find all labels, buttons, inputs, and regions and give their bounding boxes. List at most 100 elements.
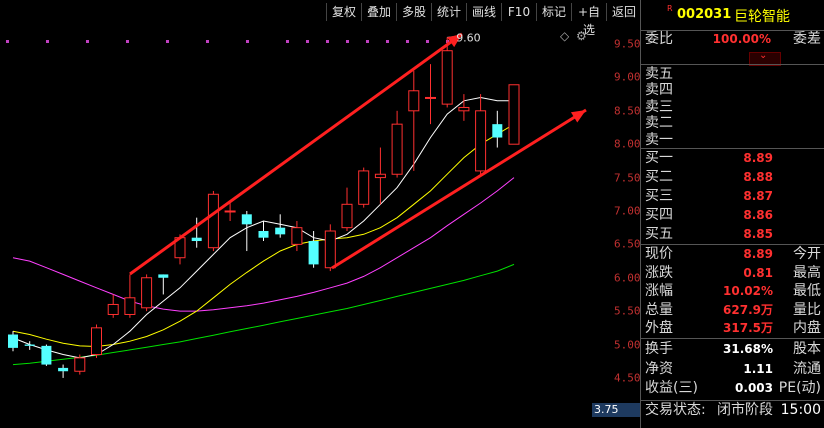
price-tick: 4.50	[614, 371, 641, 385]
mark-button[interactable]: 标记	[536, 3, 571, 21]
signal-dot	[406, 40, 409, 43]
kline-chart[interactable]: 9.60 ◇ ⚙	[0, 24, 592, 428]
fund-stat-value: 1.11	[743, 361, 773, 376]
signal-dots-row	[6, 40, 449, 43]
candle-body	[358, 170, 370, 205]
ask-level-row: 卖五	[645, 66, 823, 83]
draw-line-button[interactable]: 画线	[466, 3, 501, 21]
candle-body	[8, 334, 18, 348]
quote-stat-label: 涨跌	[645, 264, 673, 281]
quote-stat-label: 涨幅	[645, 283, 673, 299]
signal-dot	[86, 40, 89, 43]
signal-dot	[46, 40, 49, 43]
signal-dot	[126, 40, 129, 43]
signal-dot	[386, 40, 389, 43]
fuquan-button[interactable]: 复权	[326, 3, 361, 21]
ask-level-row: 卖一	[645, 132, 823, 149]
price-tick: 5.00	[614, 338, 641, 352]
quote-stat-label2: 量比	[793, 301, 821, 318]
price-tick: 5.50	[614, 304, 641, 318]
signal-dot	[366, 40, 369, 43]
candle-body	[191, 237, 202, 242]
candle-body	[508, 84, 520, 145]
fund-stat-label2: PE(动)	[778, 380, 821, 396]
signal-dot	[326, 40, 329, 43]
statistics-button[interactable]: 统计	[431, 3, 466, 21]
price-tick: 8.00	[614, 137, 641, 151]
f10-button[interactable]: F10	[501, 3, 536, 21]
bid-level-value: 8.88	[743, 170, 773, 184]
fund-stat-label2: 股本	[793, 341, 821, 357]
quote-stat-row: 现价 8.89 今开	[645, 246, 823, 263]
price-tick: 7.00	[614, 204, 641, 218]
trading-status-value: 闭市阶段	[717, 402, 773, 418]
ask-level-row: 卖三	[645, 99, 823, 116]
price-tick: 9.50	[614, 37, 641, 51]
ma60-line	[12, 263, 515, 366]
quote-stat-value: 627.9万	[723, 302, 773, 317]
signal-dot	[426, 40, 429, 43]
candle-body	[124, 297, 136, 315]
quote-stat-row: 涨跌 0.81 最高	[645, 265, 823, 282]
quote-stat-label: 外盘	[645, 320, 673, 336]
signal-dot	[6, 40, 9, 43]
candle-body	[74, 357, 86, 372]
fund-stat-row: 净资 1.11 流通	[645, 361, 823, 378]
bid-level-value: 8.89	[743, 151, 773, 165]
ask-level-label: 卖四	[645, 82, 673, 99]
signal-dot	[166, 40, 169, 43]
candle-body	[24, 344, 35, 346]
candlesticks	[8, 37, 520, 378]
quote-stat-label2: 今开	[793, 246, 821, 262]
bid-level-row: 买三 8.87	[645, 188, 823, 205]
price-tick: 7.50	[614, 171, 641, 185]
candle-body	[107, 303, 119, 315]
add-watchlist-button[interactable]: +自选	[571, 3, 606, 37]
quote-stat-row: 总量 627.9万 量比	[645, 302, 823, 319]
quote-stat-value: 8.89	[743, 247, 773, 261]
ma20-line	[12, 177, 515, 312]
chart-toolbar: 复权 叠加 多股 统计 画线 F10 标记 +自选 返回	[0, 0, 641, 37]
bid-level-label: 买二	[645, 169, 673, 185]
chart-settings-icons[interactable]: ◇ ⚙	[560, 29, 587, 43]
quote-stat-value: 10.02%	[723, 284, 773, 298]
back-button[interactable]: 返回	[606, 3, 641, 21]
signal-dot	[206, 40, 209, 43]
high-price-annotation: 9.60	[456, 31, 481, 44]
weicha-label: 委差	[793, 31, 821, 47]
quote-stat-row: 外盘 317.5万 内盘	[645, 320, 823, 337]
quote-stat-value: 0.81	[743, 265, 773, 280]
candle-body	[308, 241, 319, 265]
fund-stat-label: 净资	[645, 360, 673, 377]
price-tick: 6.50	[614, 237, 641, 251]
fund-stat-label2: 流通	[793, 360, 821, 377]
quote-stat-label2: 内盘	[793, 320, 821, 336]
candle-body	[224, 210, 236, 213]
quote-stat-row: 涨幅 10.02% 最低	[645, 283, 823, 300]
bid-level-row: 买五 8.85	[645, 226, 823, 243]
stock-header: R 002031 巨轮智能	[641, 0, 824, 30]
candle-body	[141, 277, 153, 309]
ask-level-label: 卖一	[645, 131, 673, 148]
quote-panel: R 002031 巨轮智能 委比 100.00% 委差 ⌄ 卖五 卖四 卖三 卖二 卖一…	[640, 0, 824, 428]
bid-level-label: 买三	[645, 188, 673, 204]
candle-body	[458, 106, 470, 112]
diamond-icon[interactable]: ◇	[560, 29, 570, 43]
overlay-button[interactable]: 叠加	[361, 3, 396, 21]
bid-level-row: 买二 8.88	[645, 169, 823, 186]
settings-icon[interactable]: ⚙	[576, 29, 587, 43]
signal-dot	[346, 40, 349, 43]
weibi-value: 100.00%	[712, 32, 771, 46]
fund-stat-row: 换手 31.68% 股本	[645, 341, 823, 358]
chevron-down-icon: ⌄	[759, 50, 768, 61]
price-axis: 9.50 9.00 8.50 8.00 7.50 7.00 6.50 6.00 5.50 5.00…	[592, 24, 641, 428]
ask-level-label: 卖五	[645, 66, 673, 82]
stock-name: 巨轮智能	[734, 9, 790, 25]
bid-level-value: 8.86	[743, 208, 773, 222]
status-time: 15:00	[780, 402, 821, 418]
candle-body	[492, 124, 503, 138]
signal-dot	[246, 40, 249, 43]
candle-body	[241, 214, 252, 225]
multi-stock-button[interactable]: 多股	[396, 3, 431, 21]
quote-stat-label: 现价	[645, 246, 673, 262]
